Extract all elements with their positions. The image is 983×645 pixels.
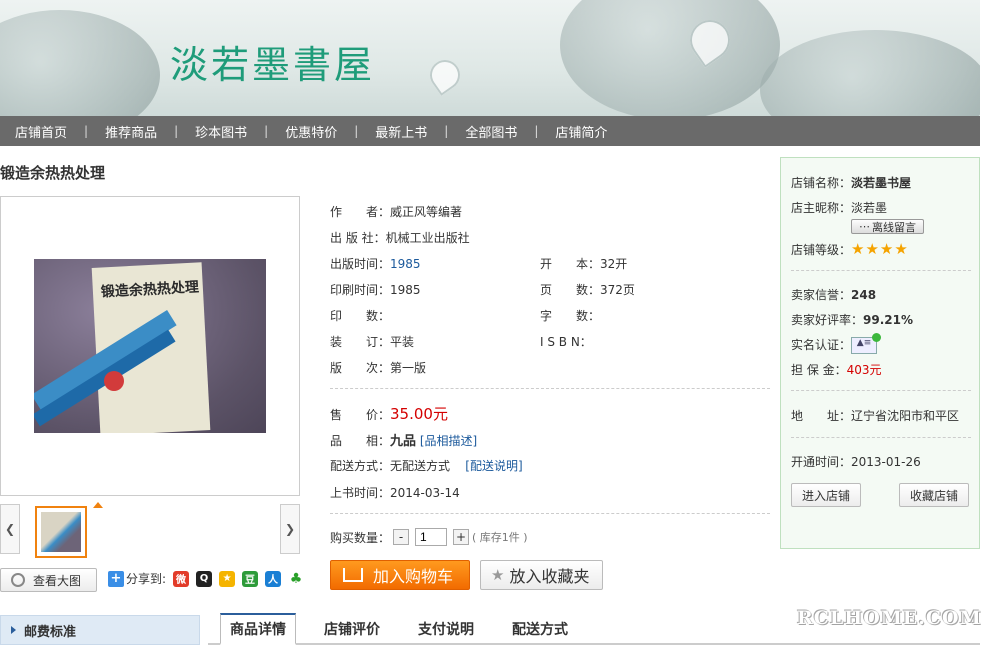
star-icon: ★ (851, 240, 865, 258)
binding-row: 装 订：平装 (330, 335, 415, 349)
thumb-prev-button[interactable]: ❮ (0, 504, 20, 554)
share-label: 分享到: (126, 572, 167, 586)
shop-logo[interactable]: 淡若墨書屋 (170, 34, 375, 89)
quantity-decrease-button[interactable]: - (393, 529, 410, 545)
stock-text: ( 库存1件 ) (472, 531, 528, 544)
chevron-right-icon: ❯ (284, 522, 296, 536)
quantity-stepper: 购买数量： - + ( 库存1件 ) (330, 528, 528, 546)
shop-banner: 淡若墨書屋 (0, 0, 980, 116)
lotus-leaf-decoration (760, 30, 980, 116)
nav-rare-books[interactable]: 珍本图书 (195, 122, 247, 141)
print-date-row: 印刷时间：1985 (330, 283, 421, 297)
pub-date-row: 出版时间：1985 (330, 257, 421, 271)
view-large-button[interactable]: 查看大图 (0, 568, 97, 592)
magnifier-icon (11, 573, 25, 587)
address-row: 地 址：辽宁省沈阳市和平区 (791, 409, 960, 423)
verify-row: 实名认证： ▲≡ (791, 333, 882, 354)
add-to-cart-button[interactable]: 加入购物车 (330, 560, 470, 590)
chevron-left-icon: ❮ (4, 522, 16, 536)
shop-nav: 店铺首页 | 推荐商品 | 珍本图书 | 优惠特价 | 最新上书 | 全部图书 | 店铺简介 (0, 116, 980, 146)
credit-row: 卖家信誉：248 (791, 288, 877, 302)
shop-owner-row: 店主昵称：淡若墨 (791, 201, 888, 215)
nav-home[interactable]: 店铺首页 (15, 122, 67, 141)
nav-all-books[interactable]: 全部图书 (465, 122, 517, 141)
chat-icon: ⋯ (859, 220, 870, 233)
share-plus-icon[interactable]: + (108, 570, 124, 587)
page-title: 锻造余热热处理 (0, 164, 106, 182)
caret-right-icon (11, 626, 16, 634)
shop-info-panel: 店铺名称：淡若墨书屋 店主昵称：淡若墨 ⋯ 离线留言 店铺等级：★★★★ 卖家信誉… (780, 157, 980, 549)
price-row: 售 价：35.00元 (330, 405, 448, 423)
favorite-shop-button[interactable]: 收藏店铺 (899, 483, 969, 507)
tab-shop-reviews[interactable]: 店铺评价 (308, 613, 396, 645)
publisher-row: 出 版 社：机械工业出版社 (330, 231, 470, 245)
add-to-favorites-button[interactable]: ★ 放入收藏夹 (480, 560, 603, 590)
condition-row: 品 相：九品 [品相描述] (330, 434, 478, 449)
star-icon: ★ (879, 240, 894, 258)
nav-recommended[interactable]: 推荐商品 (105, 122, 157, 141)
lotus-leaf-decoration (0, 10, 160, 116)
postage-header[interactable]: 邮费标准 (0, 615, 200, 645)
id-card-icon[interactable]: ▲≡ (851, 333, 882, 354)
opened-row: 开通时间：2013-01-26 (791, 455, 921, 469)
check-icon (872, 333, 882, 342)
cart-icon (343, 568, 363, 582)
tab-shipping[interactable]: 配送方式 (498, 613, 582, 645)
product-image[interactable]: 锻造余热热处理 (0, 196, 300, 496)
tab-payment-info[interactable]: 支付说明 (404, 613, 488, 645)
pages-row: 页 数：372页 (540, 283, 635, 297)
nav-about[interactable]: 店铺简介 (555, 122, 607, 141)
qzone-icon[interactable]: ★ (219, 570, 236, 587)
star-icon: ★ (491, 566, 505, 584)
quantity-input[interactable] (415, 528, 448, 546)
divider (330, 388, 770, 389)
thumb-next-button[interactable]: ❯ (280, 504, 300, 554)
shipping-row: 配送方式：无配送方式 [配送说明] (330, 459, 523, 473)
deposit-row: 担 保 金：403元 (791, 363, 882, 377)
author-row: 作 者：威正风等编著 (330, 205, 463, 219)
enter-shop-button[interactable]: 进入店铺 (791, 483, 861, 507)
offline-message-button[interactable]: ⋯ 离线留言 (851, 219, 924, 234)
quantity-increase-button[interactable]: + (453, 529, 470, 545)
edition-row: 版 次：第一版 (330, 361, 427, 375)
lotus-leaf-decoration (560, 0, 780, 116)
renren-icon[interactable]: 人 (265, 570, 282, 587)
kaixin-icon[interactable]: ♣ (288, 570, 305, 587)
isbn-row: I S B N： (540, 335, 592, 349)
thumbnail-bar: ❮ ❯ (0, 502, 300, 558)
shipping-desc-link[interactable]: [配送说明] (465, 459, 522, 473)
star-icon: ★ (894, 240, 908, 258)
listed-row: 上书时间：2014-03-14 (330, 486, 460, 500)
book-photo: 锻造余热热处理 (34, 259, 266, 433)
tab-product-details[interactable]: 商品详情 (220, 613, 296, 645)
weibo-icon[interactable]: 微 (173, 570, 190, 587)
print-count-row: 印 数： (330, 309, 391, 323)
divider (330, 513, 770, 514)
rating-row: 卖家好评率：99.21% (791, 313, 913, 327)
condition-desc-link[interactable]: [品相描述] (420, 434, 477, 448)
nav-new-books[interactable]: 最新上书 (375, 122, 427, 141)
shop-level-row: 店铺等级：★★★★ (791, 240, 909, 258)
word-count-row: 字 数： (540, 309, 601, 323)
nav-specials[interactable]: 优惠特价 (285, 122, 337, 141)
share-bar: + 分享到: 微 Q ★ 豆 人 ♣ (108, 570, 305, 587)
douban-icon[interactable]: 豆 (242, 570, 259, 587)
thumbnail-1[interactable] (35, 502, 103, 558)
star-icon: ★ (865, 240, 879, 258)
watermark: RCLHOME.COM (797, 607, 982, 629)
cover-title: 锻造余热热处理 (100, 279, 200, 301)
price-value: 35.00元 (390, 405, 448, 423)
qq-icon[interactable]: Q (196, 570, 213, 587)
level-stars: ★★★★ (851, 240, 909, 258)
quantity-label: 购买数量： (330, 530, 391, 545)
lotus-flower-decoration (424, 54, 466, 96)
shop-name-row: 店铺名称：淡若墨书屋 (791, 176, 912, 190)
format-row: 开 本：32开 (540, 257, 628, 271)
